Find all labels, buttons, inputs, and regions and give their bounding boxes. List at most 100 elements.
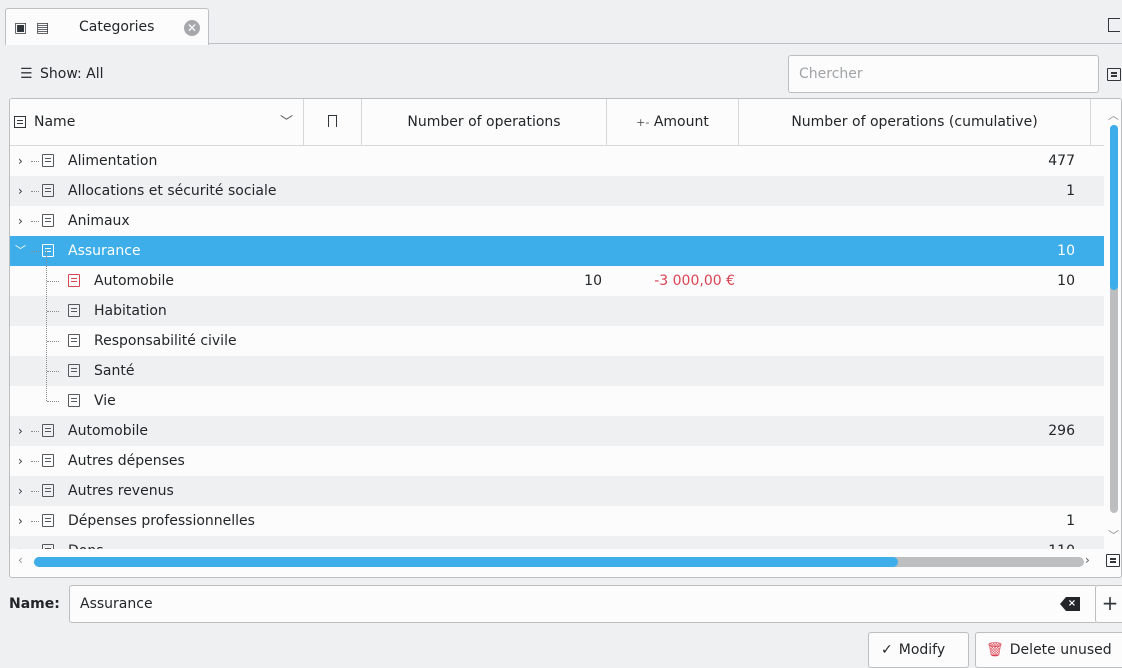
cumulative-count: 110 — [739, 536, 1075, 549]
scroll-down-icon[interactable]: ﹀ — [1108, 527, 1119, 543]
tree-branch — [31, 461, 39, 462]
category-name: Autres revenus — [68, 483, 174, 499]
table-row[interactable]: › Animaux — [10, 206, 1104, 236]
tree-branch — [47, 311, 59, 312]
save-icon[interactable]: ▣ — [14, 21, 27, 35]
chevron-right-icon[interactable]: › — [18, 146, 23, 176]
category-name: Dépenses professionnelles — [68, 513, 255, 529]
table-header: Name ﹀ Number of operations +- Amount Nu… — [10, 99, 1104, 146]
chevron-right-icon[interactable]: › — [18, 506, 23, 536]
category-name: Habitation — [94, 303, 167, 319]
category-icon — [14, 116, 26, 128]
cumulative-count: 10 — [1057, 243, 1075, 259]
table-row[interactable]: › Allocations et sécurité sociale 1 — [10, 176, 1104, 206]
category-name: Santé — [94, 363, 135, 379]
column-bookmark[interactable] — [304, 99, 362, 146]
tab-bar: ▣ ▤ Categories ✕ — [0, 0, 1122, 45]
chevron-right-icon[interactable]: › — [18, 536, 23, 549]
add-button[interactable]: + — [1095, 585, 1122, 623]
column-amount[interactable]: +- Amount — [607, 99, 739, 146]
trash-icon: 🗑 — [986, 642, 1004, 658]
table-row[interactable]: › Autres revenus — [10, 476, 1104, 506]
tree-guide-line — [46, 251, 47, 401]
column-cumulative[interactable]: Number of operations (cumulative) — [739, 99, 1091, 146]
table-row[interactable]: › Dons 110 — [10, 536, 1104, 549]
table-row[interactable]: › Autres dépenses — [10, 446, 1104, 476]
search-input[interactable] — [788, 55, 1099, 93]
table-row[interactable]: ﹀ Assurance 10 — [10, 236, 1104, 266]
category-name: Automobile — [94, 273, 174, 289]
column-amount-label: Amount — [653, 114, 709, 130]
category-name: Alimentation — [68, 153, 158, 169]
table-row-child[interactable]: Habitation — [10, 296, 1104, 326]
tree-branch — [31, 191, 39, 192]
tree-branch — [31, 161, 39, 162]
category-icon — [68, 394, 80, 407]
category-icon — [42, 484, 54, 497]
tree-branch — [47, 401, 59, 402]
window-corner-icon[interactable] — [1108, 18, 1120, 32]
column-name-label: Name — [34, 114, 76, 130]
category-name: Animaux — [68, 213, 130, 229]
category-icon — [42, 244, 54, 257]
tree-branch — [47, 371, 59, 372]
checkmark-icon: ✓ — [881, 642, 893, 658]
chevron-right-icon[interactable]: › — [18, 476, 23, 506]
name-field[interactable] — [69, 585, 1098, 623]
chevron-down-icon[interactable]: ﹀ — [15, 236, 26, 266]
category-icon — [42, 424, 54, 437]
category-icon — [42, 214, 54, 227]
tab-categories[interactable]: ▣ ▤ Categories ✕ — [5, 8, 209, 45]
bookmark-icon — [328, 115, 337, 127]
filter-icon[interactable]: ☰ — [20, 66, 33, 82]
horizontal-scrollbar[interactable]: ‹ › — [10, 549, 1104, 577]
table-row-child[interactable]: Responsabilité civile — [10, 326, 1104, 356]
column-number-of-operations[interactable]: Number of operations — [362, 99, 607, 146]
scroll-up-icon[interactable]: ︿ — [1108, 107, 1119, 123]
table-row-child[interactable]: Santé — [10, 356, 1104, 386]
scroll-right-icon[interactable]: › — [1085, 553, 1090, 567]
view-config-icon[interactable] — [1107, 68, 1121, 81]
tree-branch — [31, 221, 39, 222]
category-icon — [68, 274, 80, 287]
category-icon: ▤ — [36, 20, 50, 36]
name-label: Name: — [9, 596, 60, 612]
categories-table: Name ﹀ Number of operations +- Amount Nu… — [9, 98, 1122, 578]
chevron-right-icon[interactable]: › — [18, 206, 23, 236]
chevron-right-icon[interactable]: › — [18, 416, 23, 446]
table-row[interactable]: › Alimentation 477 — [10, 146, 1104, 176]
tree-branch — [47, 341, 59, 342]
table-row-child[interactable]: Automobile 10 -3 000,00 € 10 — [10, 266, 1104, 296]
show-filter[interactable]: Show: All — [40, 66, 104, 82]
table-row[interactable]: › Dépenses professionnelles 1 — [10, 506, 1104, 536]
table-row-child[interactable]: Vie — [10, 386, 1104, 416]
scroll-thumb[interactable] — [34, 557, 898, 567]
category-name: Responsabilité civile — [94, 333, 237, 349]
close-icon[interactable]: ✕ — [184, 20, 200, 36]
vertical-scrollbar[interactable]: ︿ ﹀ — [1105, 99, 1121, 561]
table-body: › Alimentation 477 › Allocations et sécurité… — [10, 146, 1104, 549]
category-name: Vie — [94, 393, 116, 409]
category-icon — [68, 364, 80, 377]
delete-unused-button[interactable]: 🗑 Delete unused — [975, 632, 1122, 668]
category-icon — [68, 304, 80, 317]
cumulative-count: 1 — [1066, 183, 1075, 199]
category-icon — [42, 184, 54, 197]
scroll-left-icon[interactable]: ‹ — [18, 553, 23, 567]
chevron-right-icon[interactable]: › — [18, 446, 23, 476]
chevron-right-icon[interactable]: › — [18, 176, 23, 206]
scroll-thumb[interactable] — [1110, 125, 1118, 290]
category-icon — [68, 334, 80, 347]
tree-branch — [31, 251, 39, 252]
columns-config-icon[interactable] — [1106, 554, 1120, 567]
modify-button[interactable]: ✓ Modify — [868, 632, 969, 668]
tab-title: Categories — [79, 19, 155, 35]
delete-label: Delete unused — [1009, 642, 1112, 658]
cumulative-count: 296 — [1048, 423, 1075, 439]
table-row[interactable]: › Automobile 296 — [10, 416, 1104, 446]
tree-branch — [31, 491, 39, 492]
category-name: Allocations et sécurité sociale — [68, 183, 277, 199]
category-name: Assurance — [68, 243, 141, 259]
column-name[interactable]: Name ﹀ — [10, 99, 304, 146]
chevron-down-icon[interactable]: ﹀ — [280, 99, 293, 146]
